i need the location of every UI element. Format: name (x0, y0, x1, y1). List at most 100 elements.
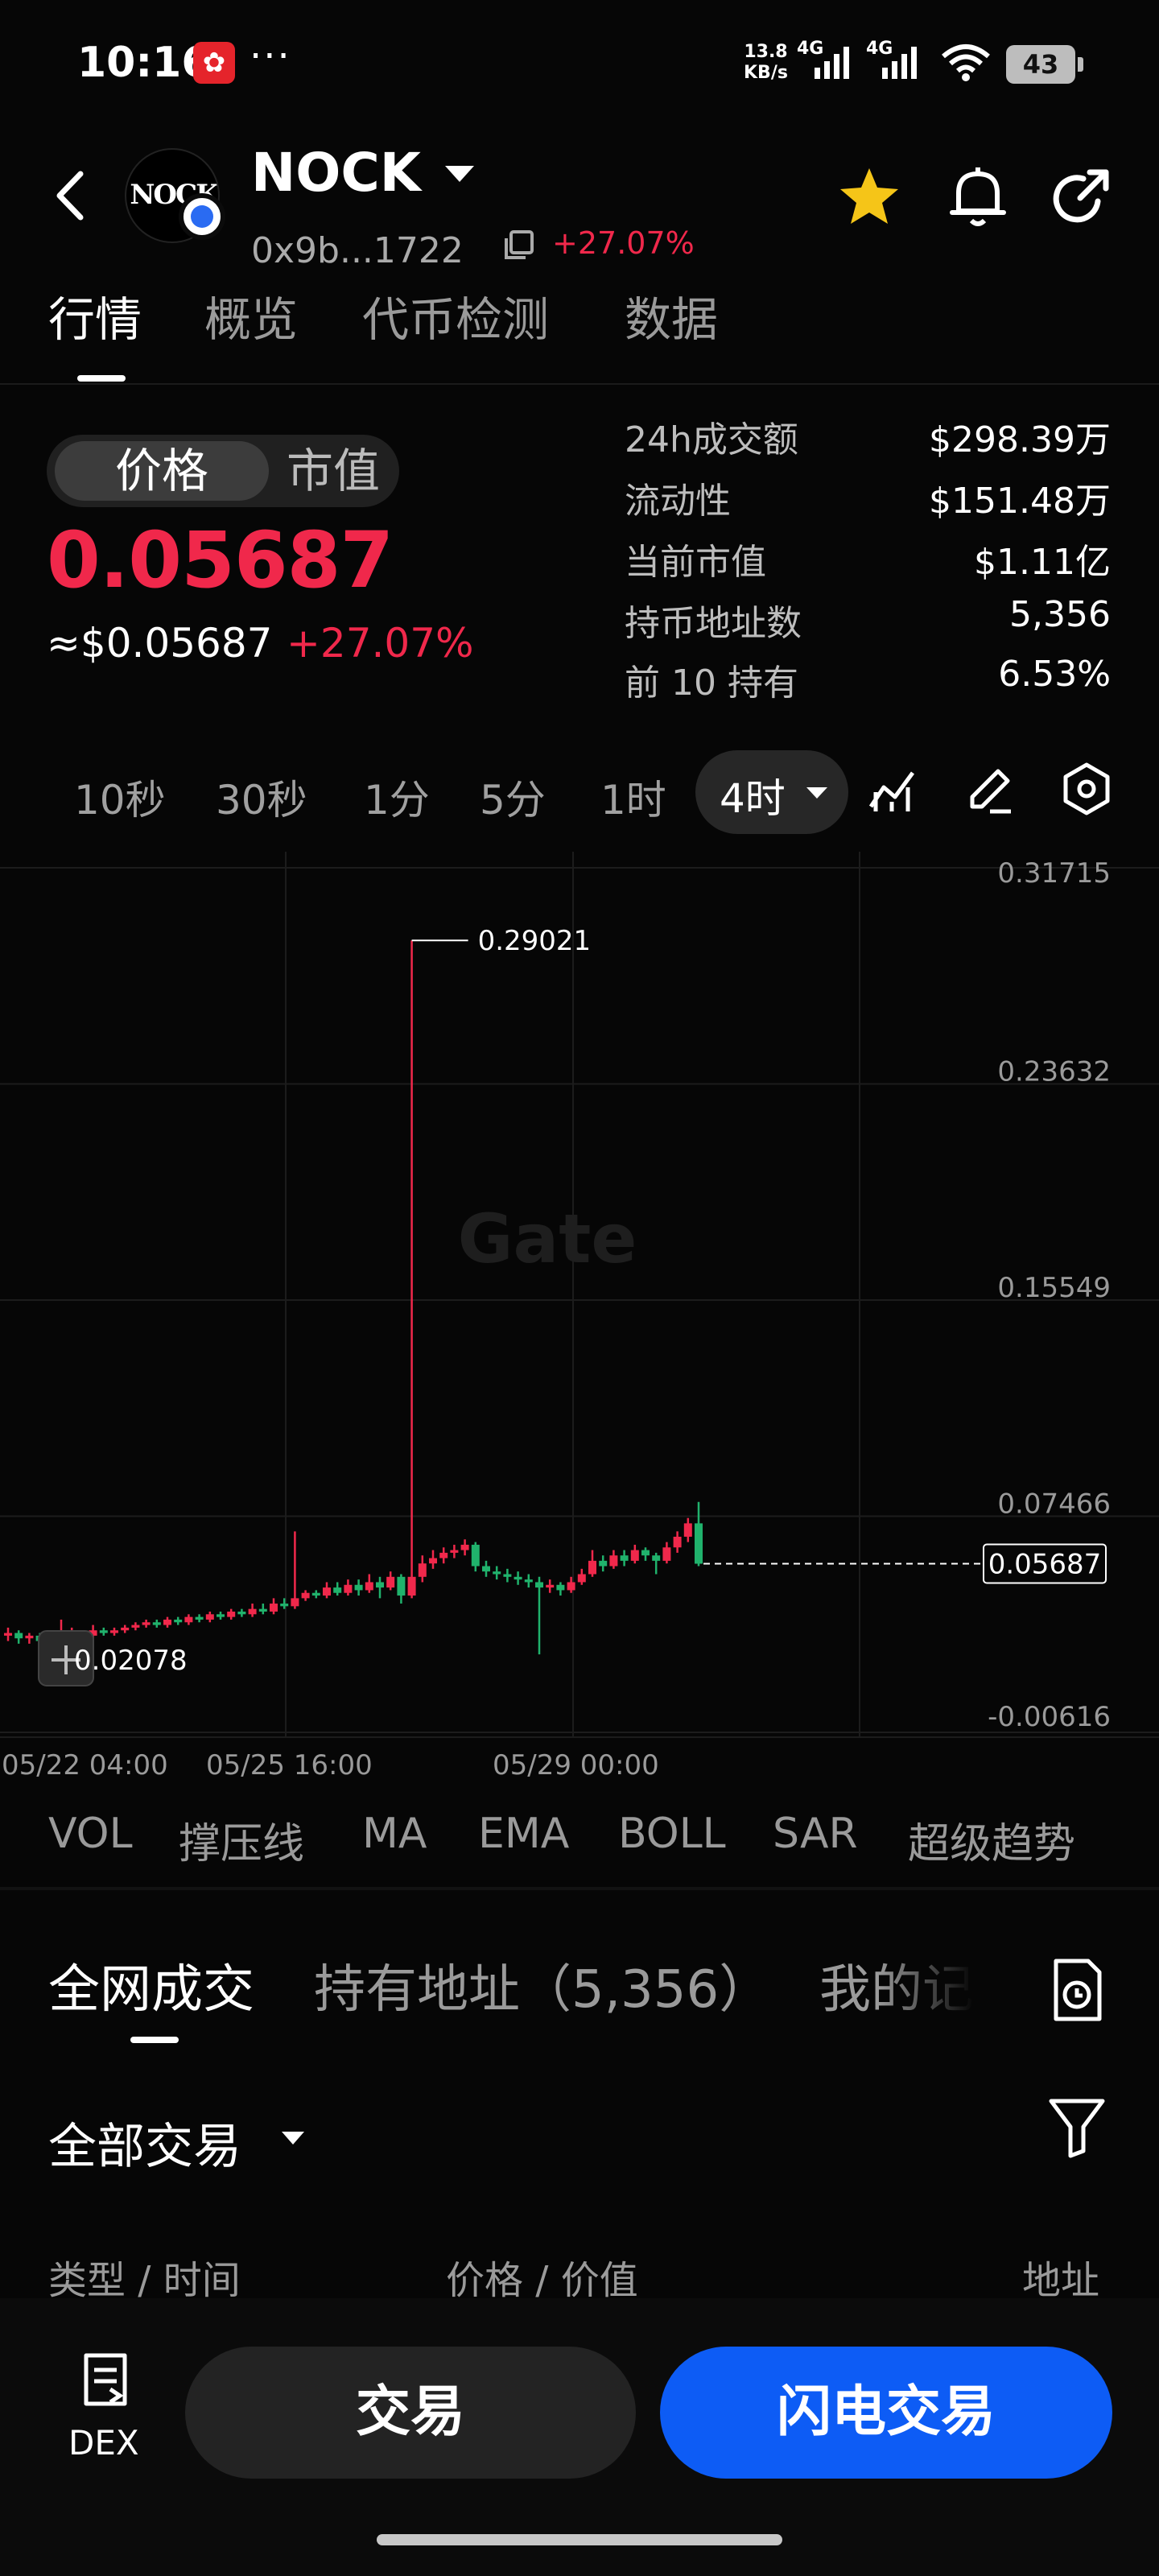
candle-body (110, 1630, 118, 1633)
chain-badge-icon (179, 193, 225, 240)
candle-body (609, 1555, 618, 1567)
interval-4h[interactable]: 4时 (695, 750, 848, 834)
candle-body (471, 1544, 480, 1567)
toggle-price[interactable]: 价格 (55, 441, 269, 501)
draw-pencil-icon[interactable] (961, 760, 1019, 818)
candle-body (546, 1584, 555, 1588)
interval-1h[interactable]: 1时 (600, 768, 666, 826)
candle-body (450, 1550, 459, 1553)
candle-body (174, 1619, 183, 1623)
x-axis-labels: 05/22 04:00 05/25 16:00 05/29 00:00 (2, 1749, 659, 1781)
candle-body (397, 1576, 406, 1596)
dex-icon[interactable] (76, 2351, 134, 2409)
stat-value-holders: 5,356 (1009, 594, 1111, 635)
filter-funnel-icon[interactable] (1045, 2093, 1109, 2161)
candle-body (493, 1571, 501, 1575)
home-indicator[interactable] (377, 2534, 782, 2545)
candle-body (662, 1547, 671, 1561)
candle-body (142, 1622, 151, 1625)
current-price-label: 0.05687 (988, 1549, 1102, 1581)
interval-30s[interactable]: 30秒 (216, 768, 307, 826)
interval-1m[interactable]: 1分 (364, 768, 430, 826)
speed-unit: KB/s (744, 63, 788, 83)
tab-market[interactable]: 行情 (48, 282, 142, 349)
current-price: 0.05687 (47, 515, 394, 605)
candle-body (577, 1574, 586, 1583)
back-arrow-icon[interactable] (48, 167, 97, 224)
interval-4h-label: 4时 (720, 775, 786, 822)
tab-all-trades[interactable]: 全网成交 (48, 1948, 254, 2022)
candle-body (25, 1635, 34, 1639)
candle-body (503, 1574, 512, 1577)
share-icon[interactable] (1048, 166, 1112, 230)
candle-body (323, 1587, 331, 1596)
interval-5m[interactable]: 5分 (480, 768, 546, 826)
stat-value-volume: $298.39万 (929, 419, 1111, 460)
indicator-support-resistance[interactable]: 撑压线 (179, 1810, 304, 1870)
tab-token-check[interactable]: 代币检测 (362, 282, 549, 349)
indicator-supertrend[interactable]: 超级趋势 (908, 1810, 1075, 1870)
trade-filter[interactable]: 全部交易 (0, 2093, 1159, 2190)
candle-body (333, 1587, 342, 1593)
candle-body (641, 1550, 650, 1556)
column-price-value: 价格 / 价值 (446, 2258, 638, 2297)
candle-body (184, 1616, 193, 1623)
dex-label[interactable]: DEX (68, 2423, 139, 2462)
trade-button[interactable]: 交易 (185, 2347, 636, 2479)
favorite-star-icon[interactable] (837, 164, 901, 229)
tab-overview[interactable]: 概览 (204, 282, 298, 349)
stat-label-top10: 前 10 持有 (625, 663, 798, 704)
candle-body (131, 1624, 140, 1628)
candlestick-chart[interactable]: Gate 0.31715 0.23632 0.15549 0.07466 -0.0061… (0, 852, 1159, 1785)
candle-body (460, 1544, 469, 1550)
alert-bell-icon[interactable] (946, 163, 1010, 230)
candle-body (418, 1563, 427, 1577)
tab-data[interactable]: 数据 (625, 282, 718, 349)
x-tick-label: 05/25 16:00 (206, 1749, 373, 1781)
candle-body (311, 1592, 320, 1596)
candle-body (514, 1576, 522, 1580)
interval-dropdown-icon (806, 787, 827, 799)
chart-grid (0, 852, 1159, 1738)
filter-label[interactable]: 全部交易 (48, 2107, 241, 2178)
candle-body (556, 1584, 565, 1591)
candle-body (429, 1558, 437, 1564)
high-price-label: 0.29021 (478, 925, 592, 957)
stat-label-market-cap: 当前市值 (625, 542, 766, 583)
price-marketcap-toggle[interactable]: 价格 市值 (47, 435, 399, 507)
candle-body (301, 1592, 310, 1599)
candle-body (99, 1630, 108, 1633)
history-icon[interactable] (1045, 1956, 1109, 2024)
y-tick-label: -0.00616 (988, 1701, 1111, 1733)
network-speed: 13.8 KB/s (744, 42, 788, 84)
column-type-time: 类型 / 时间 (48, 2258, 241, 2297)
candle-body (386, 1576, 395, 1588)
flash-trade-button[interactable]: 闪电交易 (660, 2347, 1112, 2479)
indicator-ma[interactable]: MA (362, 1810, 427, 1858)
gate-watermark: Gate (458, 1199, 637, 1278)
candle-body (4, 1633, 12, 1636)
tab-holders[interactable]: 持有地址（5,356） (314, 1948, 770, 2022)
symbol-dropdown-icon[interactable] (445, 166, 474, 182)
x-tick-label: 05/29 00:00 (493, 1749, 659, 1781)
interval-10s[interactable]: 10秒 (74, 768, 166, 826)
candle-body (121, 1627, 130, 1631)
tabs-fade (877, 1932, 1014, 2045)
indicator-vol[interactable]: VOL (48, 1810, 133, 1858)
tabs-divider (0, 383, 1159, 385)
chart-settings-icon[interactable] (1058, 760, 1116, 818)
indicator-boll[interactable]: BOLL (618, 1810, 726, 1858)
indicator-chart-icon[interactable] (864, 760, 922, 818)
candle-body (620, 1555, 629, 1561)
token-symbol[interactable]: NOCK (251, 142, 421, 204)
toggle-market-cap[interactable]: 市值 (287, 441, 391, 501)
indicator-sar[interactable]: SAR (773, 1810, 858, 1858)
stat-label-volume: 24h成交额 (625, 419, 798, 460)
copy-icon[interactable] (503, 230, 534, 261)
filter-dropdown-icon[interactable] (282, 2132, 304, 2145)
speed-value: 13.8 (744, 42, 788, 62)
indicator-ema[interactable]: EMA (478, 1810, 569, 1858)
candle-body (248, 1608, 257, 1615)
tab-active-indicator (77, 375, 126, 382)
section-divider (0, 1887, 1159, 1890)
